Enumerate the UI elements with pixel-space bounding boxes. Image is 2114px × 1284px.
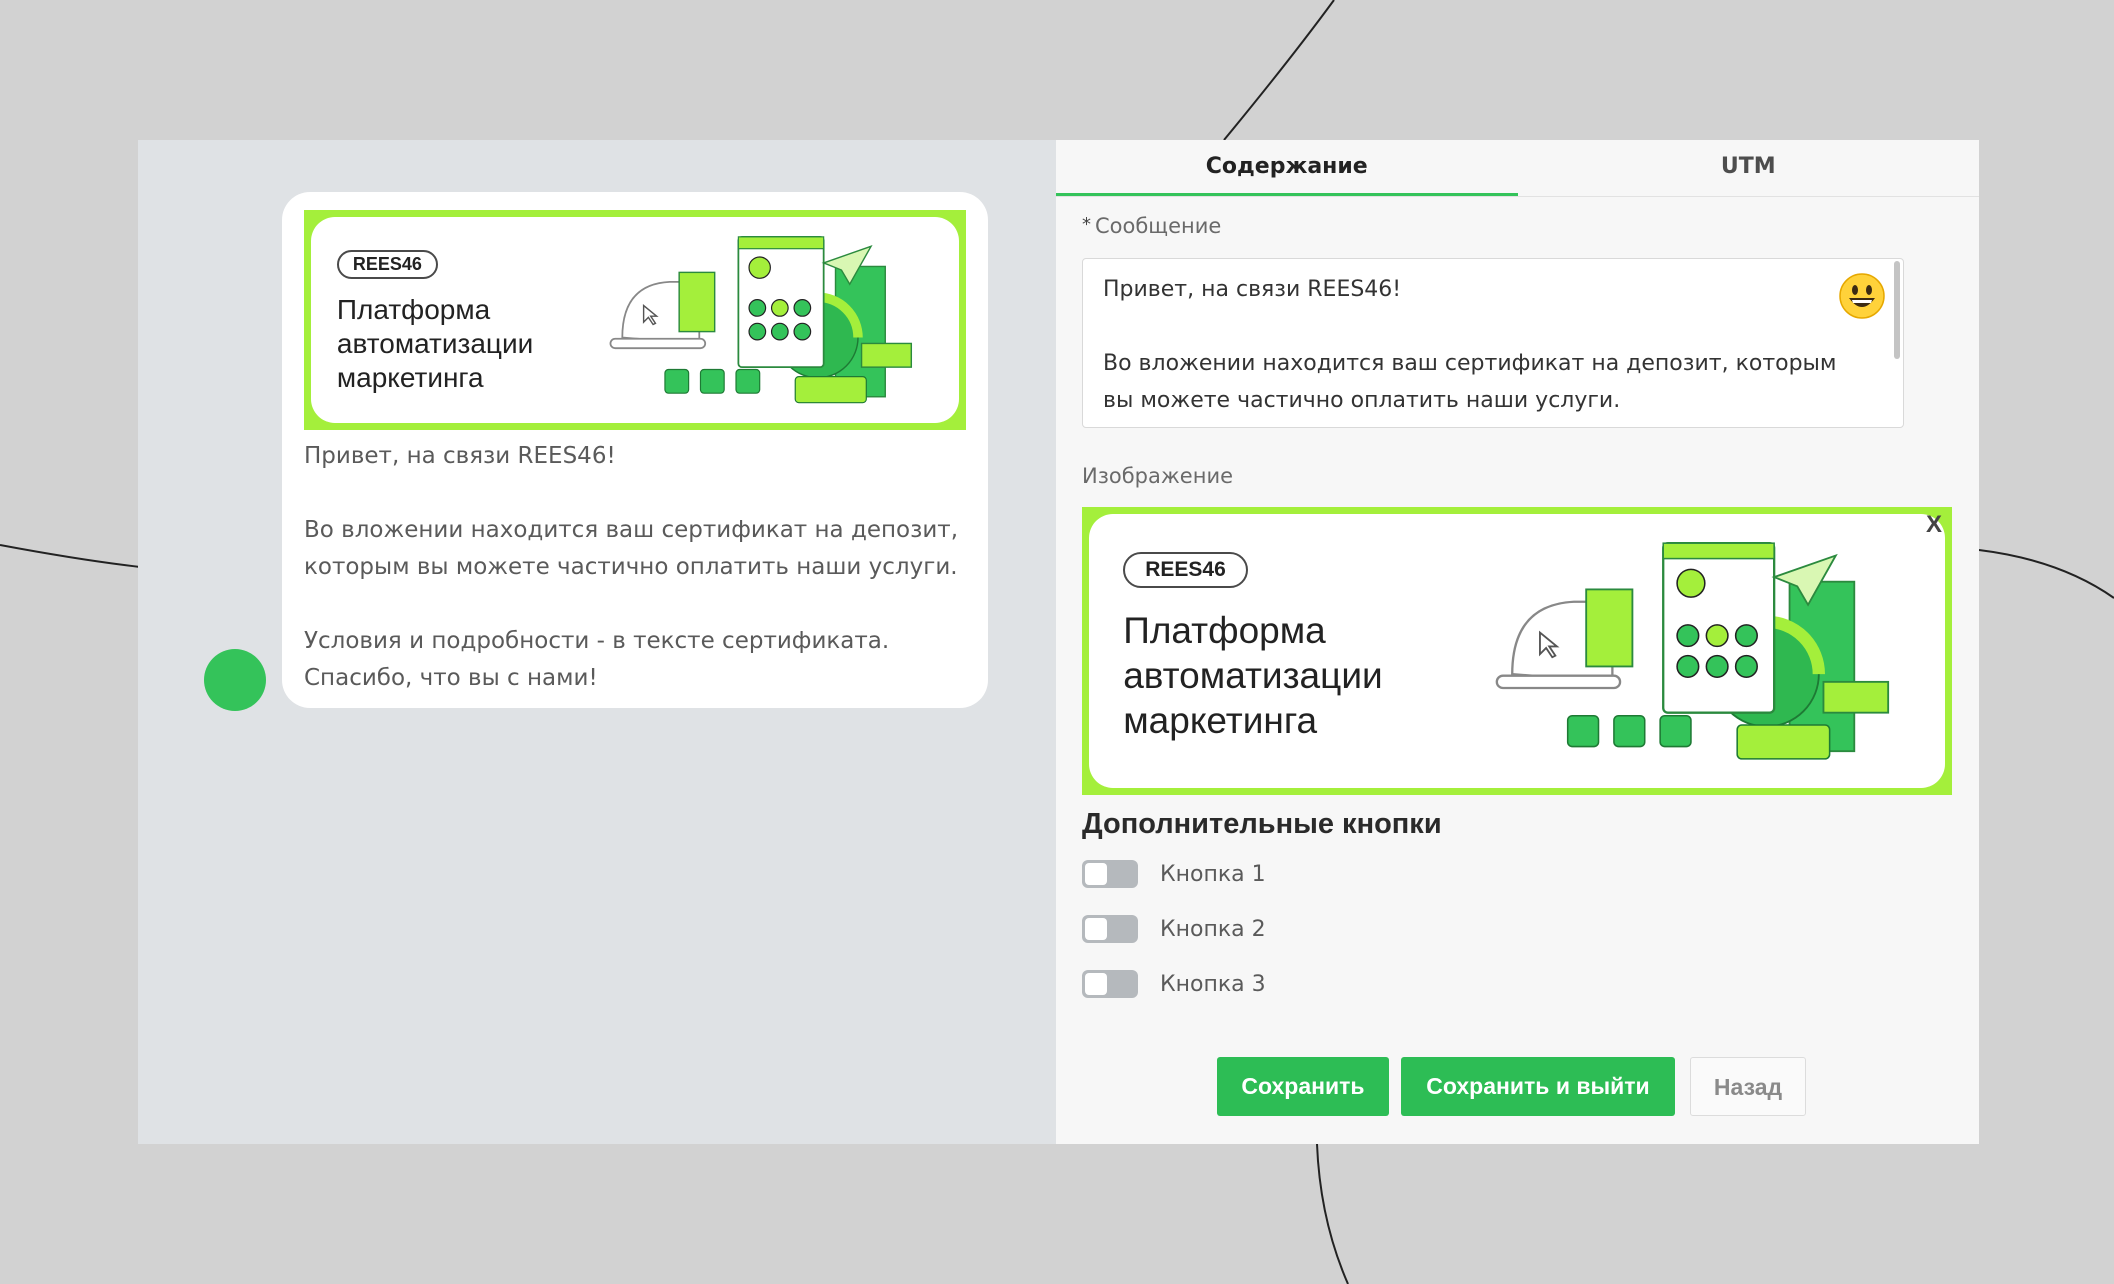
marketing-illustration — [609, 236, 913, 404]
button-1-toggle[interactable] — [1082, 860, 1138, 888]
remove-image-button[interactable]: X — [1926, 511, 1942, 539]
banner-text-block: REES46 Платформа автоматизации маркетинг… — [336, 249, 534, 395]
button-3-toggle[interactable] — [1082, 970, 1138, 998]
button-2-toggle[interactable] — [1082, 915, 1138, 943]
editor-tabs: Содержание UTM — [1056, 140, 1979, 197]
banner-brand-tag: REES46 — [336, 249, 438, 279]
editor-banner-text-block: REES46 Платформа автоматизации маркетинг… — [1123, 552, 1383, 743]
message-textarea[interactable]: Привет, на связи REES46! Во вложении нах… — [1082, 258, 1904, 428]
message-label-text: Сообщение — [1095, 214, 1222, 238]
message-preview-panel: REES46 Платформа автоматизации маркетинг… — [138, 140, 1056, 1144]
toggle-row-button-3: Кнопка 3 — [1082, 970, 1266, 998]
attached-image: REES46 Платформа автоматизации маркетинг… — [1082, 507, 1952, 795]
extra-buttons-title: Дополнительные кнопки — [1082, 808, 1442, 840]
editor-banner-headline: Платформа автоматизации маркетинга — [1123, 610, 1383, 742]
editor-banner-card: REES46 Платформа автоматизации маркетинг… — [1089, 514, 1945, 788]
message-bubble: REES46 Платформа автоматизации маркетинг… — [282, 192, 988, 708]
textarea-scrollbar[interactable] — [1894, 261, 1900, 359]
message-field-label: * Сообщение — [1082, 214, 1221, 238]
sender-avatar — [204, 649, 266, 711]
tab-utm[interactable]: UTM — [1518, 140, 1980, 196]
banner-headline: Платформа автоматизации маркетинга — [336, 293, 534, 393]
editor-banner-brand-tag: REES46 — [1123, 552, 1248, 589]
toggle-knob — [1085, 973, 1107, 995]
content-editor-panel: Содержание UTM * Сообщение Привет, на свя… — [1056, 140, 1979, 1144]
button-2-label: Кнопка 2 — [1160, 916, 1266, 942]
editor-marketing-illustration — [1495, 541, 1889, 760]
toggle-knob — [1085, 918, 1107, 940]
save-and-exit-button[interactable]: Сохранить и выйти — [1401, 1057, 1675, 1116]
preview-banner-image: REES46 Платформа автоматизации маркетинг… — [304, 210, 966, 430]
campaign-editor-window: REES46 Платформа автоматизации маркетинг… — [138, 140, 1979, 1144]
grinning-face-icon[interactable] — [1838, 272, 1886, 320]
back-button[interactable]: Назад — [1690, 1057, 1806, 1116]
button-3-label: Кнопка 3 — [1160, 971, 1266, 997]
banner-card: REES46 Платформа автоматизации маркетинг… — [311, 217, 959, 423]
tab-content[interactable]: Содержание — [1056, 140, 1518, 196]
toggle-knob — [1085, 863, 1107, 885]
toggle-row-button-1: Кнопка 1 — [1082, 860, 1266, 888]
save-button[interactable]: Сохранить — [1217, 1057, 1389, 1116]
image-field-label: Изображение — [1082, 464, 1234, 488]
button-1-label: Кнопка 1 — [1160, 861, 1266, 887]
required-mark: * — [1082, 214, 1091, 235]
toggle-row-button-2: Кнопка 2 — [1082, 915, 1266, 943]
preview-message-text: Привет, на связи REES46! Во вложении нах… — [304, 443, 959, 691]
editor-banner-image: REES46 Платформа автоматизации маркетинг… — [1082, 507, 1952, 795]
